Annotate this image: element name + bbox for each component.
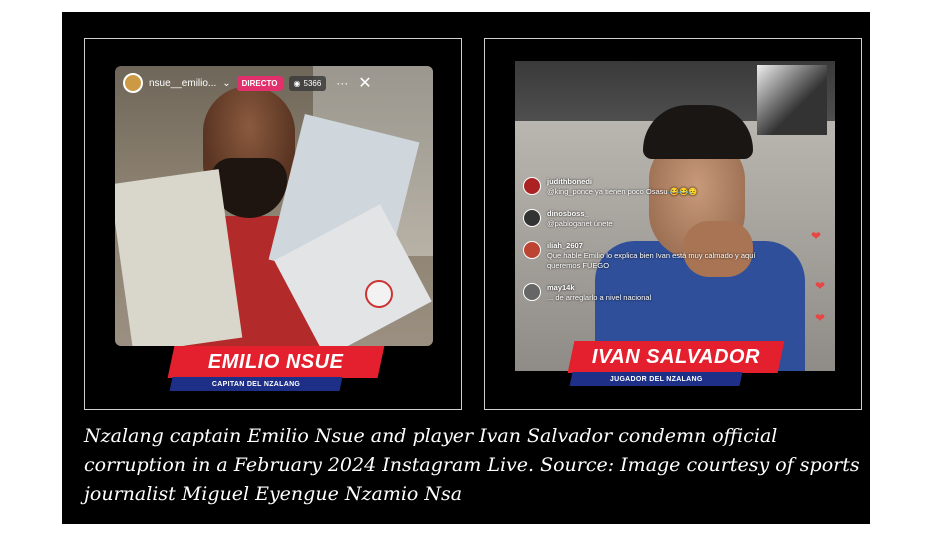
ivan-live-video: judithbonedi @king_ponce ya tienen poco … (515, 61, 835, 371)
avatar (523, 209, 541, 227)
live-username: nsue__emilio... (149, 77, 217, 89)
instagram-live-header: nsue__emilio... ⌄ DIRECTO ◉ 5366 ··· ✕ (115, 66, 433, 100)
more-icon: ··· (336, 76, 349, 90)
name-banner: EMILIO NSUE (167, 346, 385, 378)
avatar (123, 73, 143, 93)
comment-user: may14k (547, 283, 575, 292)
comment-text: @pabloganet únete (547, 219, 613, 228)
right-image-panel: judithbonedi @king_ponce ya tienen poco … (484, 38, 862, 410)
live-comments: judithbonedi @king_ponce ya tienen poco … (523, 177, 763, 315)
wall-poster (757, 65, 827, 135)
comment-text: ... de arreglarlo a nivel nacional (547, 293, 652, 302)
emilio-live-video: nsue__emilio... ⌄ DIRECTO ◉ 5366 ··· ✕ (115, 66, 433, 346)
figure: nsue__emilio... ⌄ DIRECTO ◉ 5366 ··· ✕ E… (62, 12, 870, 524)
left-image-panel: nsue__emilio... ⌄ DIRECTO ◉ 5366 ··· ✕ E… (84, 38, 462, 410)
live-badge: DIRECTO (236, 75, 283, 91)
chevron-down-icon: ⌄ (222, 77, 231, 89)
viewer-count: 5366 (303, 78, 322, 88)
avatar (523, 177, 541, 195)
role-banner: CAPITAN DEL NZALANG (169, 377, 343, 391)
player-role: JUGADOR DEL NZALANG (609, 375, 703, 383)
comment: judithbonedi @king_ponce ya tienen poco … (523, 177, 763, 197)
comment-user: iliah_2607 (547, 241, 583, 250)
player-name: EMILIO NSUE (208, 350, 344, 373)
player-name: IVAN SALVADOR (592, 345, 760, 368)
comment: iliah_2607 Que hable Emilio lo explica b… (523, 241, 763, 271)
comment-text: @king_ponce ya tienen poco Osasu 😂😂😥 (547, 187, 698, 196)
heart-icon: ❤ (815, 279, 826, 293)
avatar (523, 241, 541, 259)
avatar (523, 283, 541, 301)
close-icon: ✕ (358, 75, 372, 92)
heart-icon: ❤ (811, 229, 822, 243)
heart-icon: ❤ (815, 311, 826, 325)
comment-user: judithbonedi (547, 177, 592, 186)
viewer-count-badge: ◉ 5366 (288, 75, 327, 91)
role-banner: JUGADOR DEL NZALANG (569, 372, 743, 386)
name-banner: IVAN SALVADOR (567, 341, 785, 373)
figure-caption: Nzalang captain Emilio Nsue and player I… (84, 425, 860, 505)
comment-user: dinosboss_ (547, 209, 589, 218)
comment: may14k ... de arreglarlo a nivel naciona… (523, 283, 763, 303)
eye-icon: ◉ (293, 78, 301, 88)
player-role: CAPITAN DEL NZALANG (211, 380, 301, 388)
comment-text: Que hable Emilio lo explica bien Ivan es… (547, 251, 756, 270)
stamp-seal (365, 280, 393, 308)
comment: dinosboss_ @pabloganet únete (523, 209, 763, 229)
